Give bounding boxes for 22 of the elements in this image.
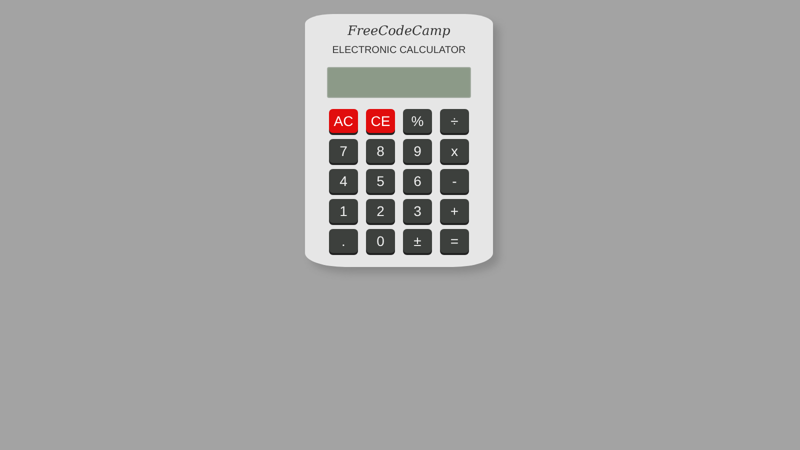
calculator-key[interactable]: -	[440, 169, 469, 193]
calculator-key[interactable]: 6	[403, 169, 432, 193]
calculator-key[interactable]: CE	[366, 109, 395, 133]
brand-logo: FreeCodeCamp	[346, 23, 452, 41]
calculator-key[interactable]: 2	[366, 199, 395, 223]
calculator-key[interactable]: AC	[329, 109, 358, 133]
calculator-key[interactable]: %	[403, 109, 432, 133]
calculator-key[interactable]: ±	[403, 229, 432, 253]
calculator-key[interactable]: 4	[329, 169, 358, 193]
calculator-key[interactable]: 3	[403, 199, 432, 223]
calculator-key[interactable]: 9	[403, 139, 432, 163]
calculator-key[interactable]: .	[329, 229, 358, 253]
calculator-key[interactable]: 5	[366, 169, 395, 193]
model-label: ELECTRONIC CALCULATOR	[331, 44, 467, 58]
calculator-key[interactable]: ÷	[440, 109, 469, 133]
calculator-key[interactable]: x	[440, 139, 469, 163]
calculator-key[interactable]: 1	[329, 199, 358, 223]
calculator-key[interactable]: 8	[366, 139, 395, 163]
calculator-key[interactable]: +	[440, 199, 469, 223]
calculator-key[interactable]: 7	[329, 139, 358, 163]
calculator-key[interactable]: 0	[366, 229, 395, 253]
calculator-key[interactable]: =	[440, 229, 469, 253]
